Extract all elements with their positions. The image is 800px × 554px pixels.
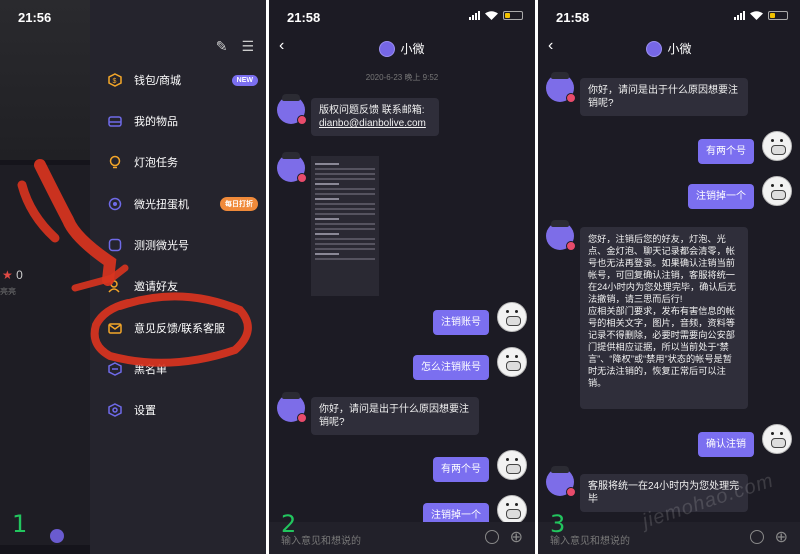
status-time: 21:58 xyxy=(556,10,590,25)
user-avatar[interactable] xyxy=(762,424,792,454)
add-icon[interactable]: ⊕ xyxy=(775,527,788,547)
chat-screen-1: 21:58 ‹ 小微 2020-6-23 晚上 9:52 版权问题反馈 联系邮箱… xyxy=(269,0,535,554)
annotation-arrow xyxy=(34,159,117,286)
message-incoming: 你好，请问是出于什么原因想要注销呢? xyxy=(311,397,479,435)
email-link[interactable]: dianbo@dianbolive.com xyxy=(319,117,431,130)
message-outgoing: 怎么注销账号 xyxy=(413,355,489,380)
bot-avatar[interactable] xyxy=(546,220,576,251)
chat-header: ‹ 小微 xyxy=(538,32,800,62)
add-icon[interactable]: ⊕ xyxy=(510,527,523,547)
faq-image[interactable] xyxy=(311,156,379,296)
chat-screen-2: 21:58 ‹ 小微 你好，请问是出于什么原因想要注销呢? 有两个号 注销掉一个… xyxy=(538,0,800,554)
message-input-bar: 输入意见和想说的 ⊕ xyxy=(269,522,535,554)
message-input-bar: 输入意见和想说的 ⊕ xyxy=(538,522,800,554)
user-avatar[interactable] xyxy=(762,131,792,161)
message-outgoing: 注销掉一个 xyxy=(688,184,754,209)
battery-icon xyxy=(503,11,523,20)
status-time: 21:58 xyxy=(287,10,321,25)
user-avatar[interactable] xyxy=(762,176,792,206)
user-avatar[interactable] xyxy=(497,302,527,332)
bot-avatar[interactable] xyxy=(546,466,576,497)
user-avatar[interactable] xyxy=(497,347,527,377)
chat-title: 小微 xyxy=(400,42,425,56)
avatar[interactable] xyxy=(50,529,64,543)
message-incoming: 你好，请问是出于什么原因想要注销呢? xyxy=(580,78,748,116)
bot-avatar-icon xyxy=(646,40,663,57)
step-number: 1 xyxy=(12,510,28,538)
signal-icon xyxy=(469,11,480,20)
message-outgoing: 注销账号 xyxy=(433,310,489,335)
step-number: 2 xyxy=(281,510,297,538)
emoji-icon[interactable] xyxy=(485,530,499,544)
annotation-overlay xyxy=(17,159,252,367)
user-avatar[interactable] xyxy=(497,495,527,525)
signal-icon xyxy=(734,11,745,20)
chat-title: 小微 xyxy=(667,42,692,56)
bot-avatar[interactable] xyxy=(277,94,307,125)
wifi-icon xyxy=(750,11,763,20)
annotation-arrow-head xyxy=(71,264,129,292)
annotation-circle xyxy=(90,292,252,367)
message-incoming: 版权问题反馈 联系邮箱: dianbo@dianbolive.com xyxy=(311,98,439,136)
chat-header: ‹ 小微 xyxy=(269,32,535,62)
user-avatar[interactable] xyxy=(497,450,527,480)
message-outgoing: 有两个号 xyxy=(433,457,489,482)
status-bar: 21:58 xyxy=(538,0,800,32)
drawer-screen: ★ 0 亮亮 21:56 4G ✎ ☰ $ 钱包/商城 NEW 我的物品 灯泡任… xyxy=(0,0,266,554)
wifi-icon xyxy=(485,11,498,20)
bot-avatar-icon xyxy=(379,40,396,57)
battery-icon xyxy=(768,11,788,20)
step-number: 3 xyxy=(550,510,566,538)
bot-avatar[interactable] xyxy=(277,152,307,183)
status-bar: 21:58 xyxy=(269,0,535,32)
emoji-icon[interactable] xyxy=(750,530,764,544)
bot-avatar[interactable] xyxy=(546,72,576,103)
message-incoming: 您好，注销后您的好友，灯泡、光点、金灯泡、聊天记录都会清零，帐号也无法再登录。如… xyxy=(580,227,748,409)
message-outgoing: 确认注销 xyxy=(698,432,754,457)
bot-avatar[interactable] xyxy=(277,392,307,423)
timestamp: 2020-6-23 晚上 9:52 xyxy=(365,73,439,82)
message-outgoing: 有两个号 xyxy=(698,139,754,164)
